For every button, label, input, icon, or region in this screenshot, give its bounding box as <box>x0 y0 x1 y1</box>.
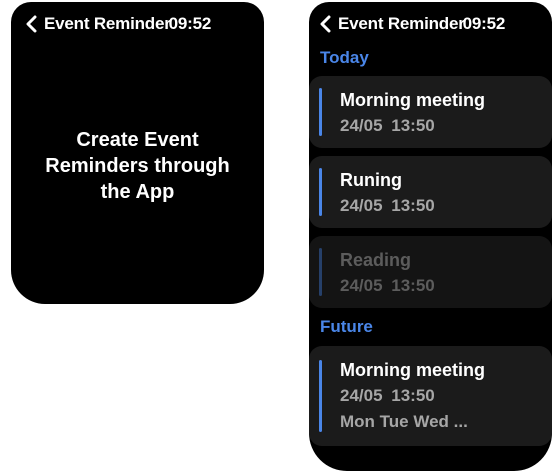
empty-state-message: Create Event Reminders through the App <box>45 129 230 203</box>
status-bar: Event Reminder 09:52 <box>11 12 264 36</box>
event-datetime: 24/05 13:50 <box>340 196 435 215</box>
chevron-left-icon[interactable] <box>319 15 335 33</box>
event-name: Morning meeting <box>340 90 485 110</box>
event-datetime: 24/05 13:50 <box>340 386 435 405</box>
event-card-past[interactable]: Reading 24/05 13:50 <box>309 236 552 308</box>
watch-screen-empty: Event Reminder 09:52 Create Event Remind… <box>11 2 264 304</box>
event-indicator-bar <box>319 248 322 296</box>
watch-screen-event-list: Event Reminder 09:52 Today Morning meeti… <box>309 2 552 471</box>
event-card[interactable]: Runing 24/05 13:50 <box>309 156 552 228</box>
event-datetime: 24/05 13:50 <box>340 116 435 135</box>
status-bar: Event Reminder 09:52 <box>309 12 552 36</box>
section-header-today: Today <box>320 48 369 67</box>
event-card[interactable]: Morning meeting 24/05 13:50 Mon Tue Wed … <box>309 346 552 446</box>
event-name: Reading <box>340 250 412 270</box>
event-indicator-bar <box>319 168 322 216</box>
section-header-future: Future <box>320 317 373 336</box>
event-name: Morning meeting <box>340 360 485 380</box>
screen-title: Event Reminder <box>338 14 465 33</box>
event-indicator-bar <box>319 88 322 136</box>
event-repeat-days: Mon Tue Wed ... <box>340 412 468 431</box>
event-indicator-bar <box>319 360 322 432</box>
chevron-left-icon[interactable] <box>25 15 41 33</box>
event-card[interactable]: Morning meeting 24/05 13:50 <box>309 76 552 148</box>
event-name: Runing <box>340 170 402 190</box>
event-datetime: 24/05 13:50 <box>340 276 435 295</box>
clock-time: 09:52 <box>462 14 506 33</box>
clock-time: 09:52 <box>168 14 212 33</box>
screen-title: Event Reminder <box>44 14 171 33</box>
